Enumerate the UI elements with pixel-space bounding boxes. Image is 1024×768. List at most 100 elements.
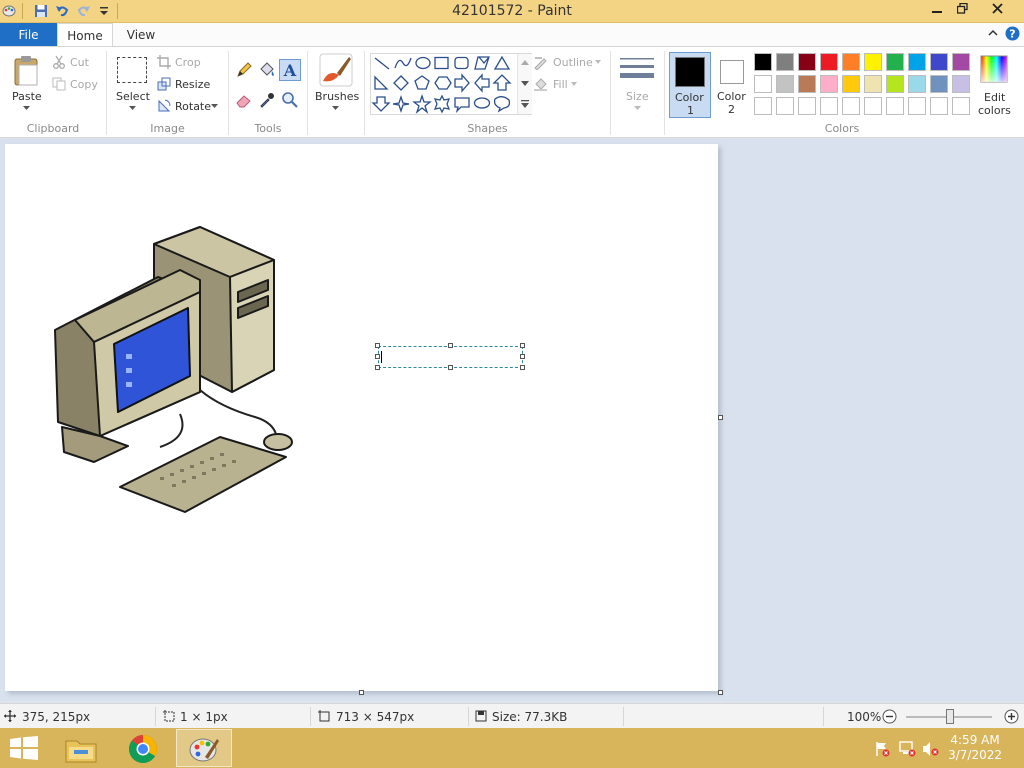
- network-icon[interactable]: [898, 741, 916, 757]
- palette-swatch[interactable]: [908, 75, 926, 93]
- tab-home[interactable]: Home: [57, 23, 113, 47]
- palette-swatch[interactable]: [776, 75, 794, 93]
- palette-swatch[interactable]: [952, 97, 970, 115]
- tab-view[interactable]: View: [116, 23, 166, 47]
- curve-shape-icon: [394, 57, 412, 69]
- palette-swatch[interactable]: [820, 97, 838, 115]
- shapes-scrollbar[interactable]: [517, 54, 532, 114]
- palette-swatch[interactable]: [754, 53, 772, 71]
- fill-button[interactable]: Fill: [553, 78, 568, 91]
- help-icon[interactable]: ?: [1005, 26, 1020, 41]
- action-center-flag-icon[interactable]: [874, 741, 890, 757]
- scroll-up-icon[interactable]: [521, 60, 529, 65]
- eraser-icon[interactable]: [235, 91, 253, 109]
- dropdown-arrow-icon: [595, 60, 601, 64]
- cut-button[interactable]: Cut: [70, 56, 89, 69]
- select-button[interactable]: Select: [113, 53, 153, 117]
- crop-icon: [157, 55, 171, 69]
- crop-button[interactable]: Crop: [175, 56, 201, 69]
- rotate-button[interactable]: Rotate: [175, 100, 211, 113]
- edit-colors-label2: colors: [978, 104, 1011, 117]
- fill-bucket-icon[interactable]: [258, 61, 276, 79]
- paint-taskbar-button[interactable]: [176, 729, 232, 767]
- palette-swatch[interactable]: [952, 53, 970, 71]
- palette-swatch[interactable]: [930, 97, 948, 115]
- volume-muted-icon[interactable]: [922, 741, 940, 757]
- palette-swatch[interactable]: [776, 97, 794, 115]
- restore-icon: [956, 2, 968, 14]
- palette-swatch[interactable]: [820, 53, 838, 71]
- selection-size-icon: [163, 710, 175, 722]
- palette-swatch[interactable]: [798, 75, 816, 93]
- palette-swatch[interactable]: [842, 53, 860, 71]
- pentagon-shape-icon: [414, 75, 430, 90]
- start-button[interactable]: [0, 729, 56, 767]
- color2-button[interactable]: Color 2: [713, 52, 751, 118]
- copy-button[interactable]: Copy: [70, 78, 98, 91]
- pencil-icon[interactable]: [235, 61, 253, 79]
- title-bar: 42101572 - Paint: [0, 0, 1024, 23]
- drawing-canvas[interactable]: [5, 144, 718, 691]
- folder-icon: [65, 740, 97, 763]
- palette-swatch[interactable]: [886, 75, 904, 93]
- file-explorer-taskbar-button[interactable]: [53, 729, 109, 767]
- palette-swatch[interactable]: [908, 97, 926, 115]
- text-tool-button[interactable]: A: [279, 59, 301, 81]
- image-group-label: Image: [150, 122, 185, 135]
- palette-swatch[interactable]: [886, 97, 904, 115]
- scroll-down-icon[interactable]: [521, 81, 529, 86]
- tab-file[interactable]: File: [0, 23, 57, 47]
- palette-swatch[interactable]: [754, 97, 772, 115]
- color1-button[interactable]: Color 1: [669, 52, 711, 118]
- canvas-resize-handle-right[interactable]: [718, 415, 723, 420]
- palette-swatch[interactable]: [798, 97, 816, 115]
- palette-swatch[interactable]: [908, 53, 926, 71]
- selection-handle[interactable]: [448, 343, 453, 348]
- system-clock[interactable]: 4:59 AM 3/7/2022: [948, 733, 1002, 763]
- palette-swatch[interactable]: [776, 53, 794, 71]
- rounded-callout-shape-icon: [454, 97, 470, 114]
- chrome-taskbar-button[interactable]: [115, 729, 171, 767]
- zoom-out-icon[interactable]: [882, 709, 897, 724]
- selection-handle[interactable]: [520, 343, 525, 348]
- palette-swatch[interactable]: [952, 75, 970, 93]
- selection-handle[interactable]: [375, 354, 380, 359]
- palette-swatch[interactable]: [930, 53, 948, 71]
- selection-handle[interactable]: [520, 354, 525, 359]
- canvas-resize-handle-bottom[interactable]: [359, 690, 364, 695]
- minimize-ribbon-icon[interactable]: [988, 28, 998, 38]
- palette-swatch[interactable]: [864, 97, 882, 115]
- palette-swatch[interactable]: [798, 53, 816, 71]
- magnifier-icon[interactable]: [281, 91, 299, 109]
- palette-swatch[interactable]: [886, 53, 904, 71]
- palette-swatch[interactable]: [864, 75, 882, 93]
- close-button[interactable]: [980, 0, 1014, 21]
- svg-text:?: ?: [1009, 28, 1015, 41]
- outline-button[interactable]: Outline: [553, 56, 593, 69]
- color-picker-icon[interactable]: [258, 91, 276, 109]
- expand-gallery-icon[interactable]: [521, 100, 529, 108]
- edit-colors-button[interactable]: Edit colors: [974, 53, 1018, 119]
- brushes-button[interactable]: Brushes: [310, 53, 362, 123]
- status-bar: 375, 215px 1 × 1px 713 × 547px Size: 77.…: [0, 703, 1024, 728]
- selection-handle[interactable]: [375, 343, 380, 348]
- resize-button[interactable]: Resize: [175, 78, 210, 91]
- selection-handle[interactable]: [520, 365, 525, 370]
- selection-handle[interactable]: [375, 365, 380, 370]
- palette-swatch[interactable]: [820, 75, 838, 93]
- paste-button[interactable]: Paste: [8, 53, 46, 117]
- selection-handle[interactable]: [448, 365, 453, 370]
- palette-swatch[interactable]: [864, 53, 882, 71]
- palette-swatch[interactable]: [930, 75, 948, 93]
- disk-icon: [475, 710, 487, 722]
- canvas-resize-handle-corner[interactable]: [718, 690, 723, 695]
- palette-swatch[interactable]: [842, 75, 860, 93]
- edit-colors-label: Edit: [984, 91, 1006, 104]
- restore-button[interactable]: [947, 0, 977, 21]
- palette-swatch[interactable]: [754, 75, 772, 93]
- hexagon-shape-icon: [434, 76, 452, 90]
- size-button[interactable]: Size: [614, 53, 660, 121]
- zoom-slider-thumb[interactable]: [946, 709, 954, 724]
- zoom-in-icon[interactable]: [1004, 709, 1019, 724]
- palette-swatch[interactable]: [842, 97, 860, 115]
